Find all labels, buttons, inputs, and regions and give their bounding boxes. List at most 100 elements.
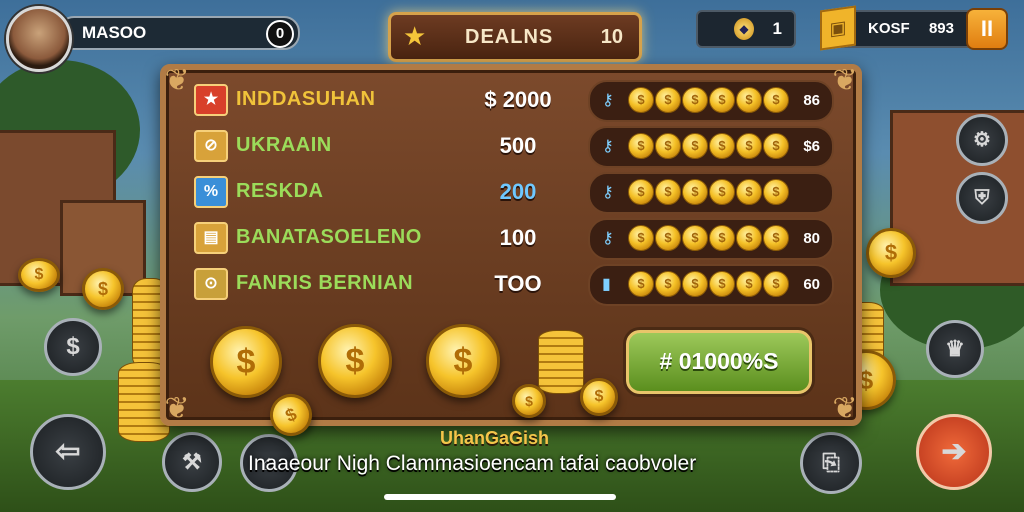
coin-icon: $	[682, 225, 708, 251]
progress-track: ⚷ $ $ $ $ $ $	[588, 172, 834, 214]
progress-track: ▮ $ $ $ $ $ $60	[588, 264, 834, 306]
coin-decoration: $	[512, 384, 546, 418]
title-plate: ★ DEALNS 10	[388, 12, 642, 62]
coin-side-button[interactable]: $	[44, 318, 102, 376]
row-reward: $6	[803, 138, 820, 155]
progress-track: ⚷ $ $ $ $ $ $ $6	[588, 126, 834, 168]
coin-icon: $	[682, 179, 708, 205]
settings-side-button[interactable]: ⚙	[956, 114, 1008, 166]
player-name: MASOO	[82, 23, 147, 42]
coin-reward-1[interactable]: $	[210, 326, 282, 398]
progress-track: ⚷ $ $ $ $ $ $80	[588, 218, 834, 260]
coin-stack	[538, 330, 584, 394]
collect-button[interactable]: # 01000%S	[626, 330, 812, 394]
ornament-icon: ❦	[832, 392, 858, 425]
coin-decoration: $	[580, 378, 618, 416]
coin-icon: $	[763, 225, 789, 251]
reward-row[interactable]: ▤ BANATASOELENO 100 ⚷ $ $ $ $ $ $80	[188, 218, 834, 260]
player-badge[interactable]: MASOO 0	[6, 6, 300, 72]
resource-label: KOSF	[868, 20, 910, 37]
bulb-icon: ◆	[734, 18, 754, 40]
coin-icon: $	[709, 225, 735, 251]
coin-icon: $	[736, 133, 762, 159]
gem-value: 1	[772, 19, 782, 38]
coin-icon: $	[709, 179, 735, 205]
coin-icon: $	[763, 133, 789, 159]
row-reward: 86	[803, 92, 820, 109]
hammer-button[interactable]: ⚒	[162, 432, 222, 492]
row-icon: ★	[194, 84, 228, 116]
next-button[interactable]: ➔	[916, 414, 992, 490]
reward-row[interactable]: ⊙ FANRIS BERNIAN TOO ▮ $ $ $ $ $ $60	[188, 264, 834, 306]
home-indicator[interactable]	[384, 494, 616, 500]
reward-row[interactable]: % RESKDA 200 ⚷ $ $ $ $ $ $	[188, 172, 834, 214]
coin-icon: $	[736, 179, 762, 205]
avatar[interactable]	[6, 6, 72, 72]
crate-icon: ▣	[820, 5, 856, 51]
key-icon: ⚷	[602, 230, 614, 247]
gem-counter[interactable]: ◆ 1	[696, 10, 796, 48]
coin-icon: $	[628, 87, 654, 113]
star-icon: ★	[403, 21, 427, 51]
row-amount: 500	[499, 133, 537, 158]
shield-icon: ⛨	[974, 187, 990, 209]
coin-icon: $	[763, 271, 789, 297]
coin-icon: $	[709, 133, 735, 159]
row-label: BANATASOELENO	[236, 226, 422, 248]
gear-icon: ⚙	[973, 129, 991, 151]
key-icon: ⚷	[602, 138, 614, 155]
subtitle: UhanGaGish	[440, 428, 550, 448]
caption-text: Inaaeour Nigh Clammasioencam tafai caobv…	[248, 452, 697, 475]
resource-counter[interactable]: ▣ KOSF 893	[820, 5, 978, 51]
coin-decoration: $	[18, 258, 60, 292]
coin-decoration: $	[82, 268, 124, 310]
crown-side-button[interactable]: ♛	[926, 320, 984, 378]
pause-icon: II	[980, 16, 994, 41]
progress-track: ⚷ $ $ $ $ $ $86	[588, 80, 834, 122]
back-arrow-icon: ⇦	[55, 435, 81, 468]
crown-icon: ♛	[945, 336, 965, 361]
coin-icon: $	[682, 133, 708, 159]
ornament-icon: ❦	[164, 392, 190, 425]
reward-row[interactable]: ⊘ UKRAAIN 500 ⚷ $ $ $ $ $ $ $6	[188, 126, 834, 168]
row-label: RESKDA	[236, 180, 324, 202]
hammer-icon: ⚒	[182, 449, 202, 474]
coin-icon: $	[763, 87, 789, 113]
row-label: INDDASUHAN	[236, 88, 376, 110]
collect-button-label: # 01000%S	[659, 348, 779, 374]
row-reward: 80	[803, 230, 820, 247]
title-count: 10	[600, 26, 623, 48]
player-level: 0	[266, 20, 294, 48]
coin-reward-3[interactable]: $	[426, 324, 500, 398]
coin-icon: $	[736, 225, 762, 251]
coin-icon: $	[682, 271, 708, 297]
key-icon: ⚷	[602, 184, 614, 201]
back-button[interactable]: ⇦	[30, 414, 106, 490]
coin-icon: $	[736, 271, 762, 297]
coin-icon: $	[628, 133, 654, 159]
coin-icon: $	[655, 133, 681, 159]
row-amount: 100	[499, 225, 537, 250]
row-label: UKRAAIN	[236, 134, 332, 156]
coin-decoration: $	[866, 228, 916, 278]
reward-row[interactable]: ★ INDDASUHAN $ 2000 ⚷ $ $ $ $ $ $86	[188, 80, 834, 122]
shield-side-button[interactable]: ⛨	[956, 172, 1008, 224]
row-icon: ⊘	[194, 130, 228, 162]
row-amount: TOO	[494, 271, 542, 296]
coin-icon: $	[736, 87, 762, 113]
coin-icon: $	[682, 87, 708, 113]
row-reward: 60	[803, 276, 820, 293]
row-icon: %	[194, 176, 228, 208]
page-title: DEALNS	[465, 26, 554, 48]
row-label: FANRIS BERNIAN	[236, 272, 414, 294]
coin-icon: $	[709, 271, 735, 297]
coin-icon: $	[628, 225, 654, 251]
pause-button[interactable]: II	[966, 8, 1008, 50]
coin-icon: $	[763, 179, 789, 205]
coin-icon: $	[655, 179, 681, 205]
row-icon: ▤	[194, 222, 228, 254]
share-button[interactable]: ⎘	[800, 432, 862, 494]
card-icon: ▮	[602, 276, 611, 293]
coin-reward-2[interactable]: $	[318, 324, 392, 398]
arrow-right-icon: ➔	[941, 435, 967, 468]
